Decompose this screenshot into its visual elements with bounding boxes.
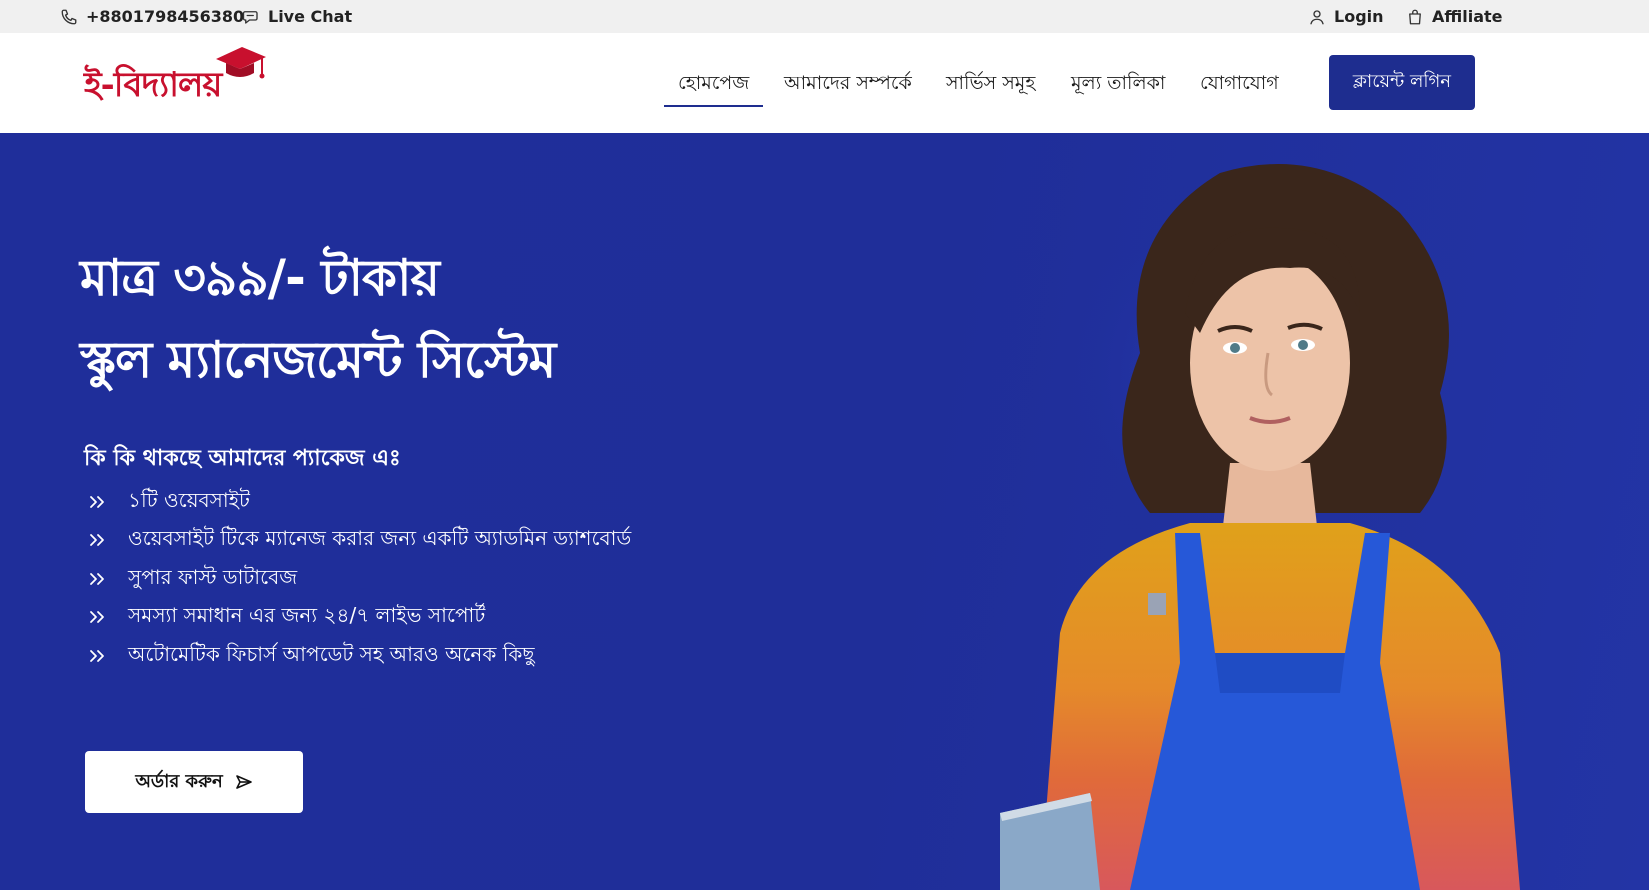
send-icon bbox=[235, 775, 252, 789]
main-navbar: ই-বিদ্যালয় হোমপেজ আমাদের সম্পর্কে সার্ভ… bbox=[0, 33, 1649, 133]
order-button-label: অর্ডার করুন bbox=[135, 770, 223, 792]
affiliate-label: Affiliate bbox=[1432, 7, 1503, 26]
phone-icon bbox=[61, 9, 77, 24]
client-login-button[interactable]: ক্লায়েন্ট লগিন bbox=[1329, 55, 1475, 110]
nav-item-services[interactable]: সার্ভিস সমূহ bbox=[946, 65, 1035, 101]
logo-text: ই-বিদ্যালয় bbox=[84, 65, 222, 105]
live-chat-link[interactable]: Live Chat bbox=[242, 0, 352, 33]
feature-item: ওয়েবসাইট টিকে ম্যানেজ করার জন্য একটি অ্… bbox=[88, 525, 631, 555]
phone-number: +8801798456380 bbox=[86, 7, 245, 26]
user-icon bbox=[1310, 9, 1324, 24]
nav-item-contact[interactable]: যোগাযোগ bbox=[1200, 65, 1279, 101]
hero-person-image bbox=[1000, 164, 1520, 890]
hero-title-line1: মাত্র ৩৯৯/- টাকায় bbox=[80, 249, 440, 307]
feature-item: সমস্যা সমাধান এর জন্য ২৪/৭ লাইভ সাপোর্ট bbox=[88, 602, 485, 632]
feature-text: অটোমেটিক ফিচার্স আপডেট সহ আরও অনেক কিছু bbox=[128, 641, 535, 666]
feature-item: সুপার ফাস্ট ডাটাবেজ bbox=[88, 564, 297, 594]
top-bar: +8801798456380 Live Chat Login Affiliate bbox=[0, 0, 1649, 33]
nav-item-pricing[interactable]: মূল্য তালিকা bbox=[1071, 65, 1165, 101]
package-heading: কি কি থাকছে আমাদের প্যাকেজ এঃ bbox=[84, 446, 401, 471]
double-chevron-right-icon bbox=[90, 650, 104, 662]
login-link[interactable]: Login bbox=[1308, 0, 1384, 33]
double-chevron-right-icon bbox=[90, 534, 104, 546]
phone-link[interactable]: +8801798456380 bbox=[60, 0, 244, 33]
feature-item: অটোমেটিক ফিচার্স আপডেট সহ আরও অনেক কিছু bbox=[88, 641, 535, 671]
login-label: Login bbox=[1334, 7, 1384, 26]
double-chevron-right-icon bbox=[90, 611, 104, 623]
hero-title-line2: স্কুল ম্যানেজমেন্ট সিস্টেম bbox=[80, 331, 556, 389]
feature-item: ১টি ওয়েবসাইট bbox=[88, 487, 250, 517]
double-chevron-right-icon bbox=[90, 496, 104, 508]
chat-icon bbox=[242, 10, 258, 24]
order-button[interactable]: অর্ডার করুন bbox=[85, 751, 303, 813]
feature-text: সুপার ফাস্ট ডাটাবেজ bbox=[128, 564, 298, 589]
nav-item-about[interactable]: আমাদের সম্পর্কে bbox=[784, 65, 912, 101]
feature-text: ১টি ওয়েবসাইট bbox=[128, 487, 250, 512]
graduation-cap-icon bbox=[216, 47, 266, 79]
live-chat-label: Live Chat bbox=[268, 7, 353, 26]
feature-text: সমস্যা সমাধান এর জন্য ২৪/৭ লাইভ সাপোর্ট bbox=[128, 602, 486, 627]
shopping-bag-icon bbox=[1409, 9, 1421, 24]
affiliate-link[interactable]: Affiliate bbox=[1406, 0, 1503, 33]
nav-item-home[interactable]: হোমপেজ bbox=[663, 65, 764, 107]
hero-section: মাত্র ৩৯৯/- টাকায় স্কুল ম্যানেজমেন্ট সি… bbox=[0, 133, 1649, 890]
feature-text: ওয়েবসাইট টিকে ম্যানেজ করার জন্য একটি অ্… bbox=[128, 525, 632, 550]
site-logo[interactable]: ই-বিদ্যালয় bbox=[80, 45, 270, 121]
double-chevron-right-icon bbox=[90, 573, 104, 585]
